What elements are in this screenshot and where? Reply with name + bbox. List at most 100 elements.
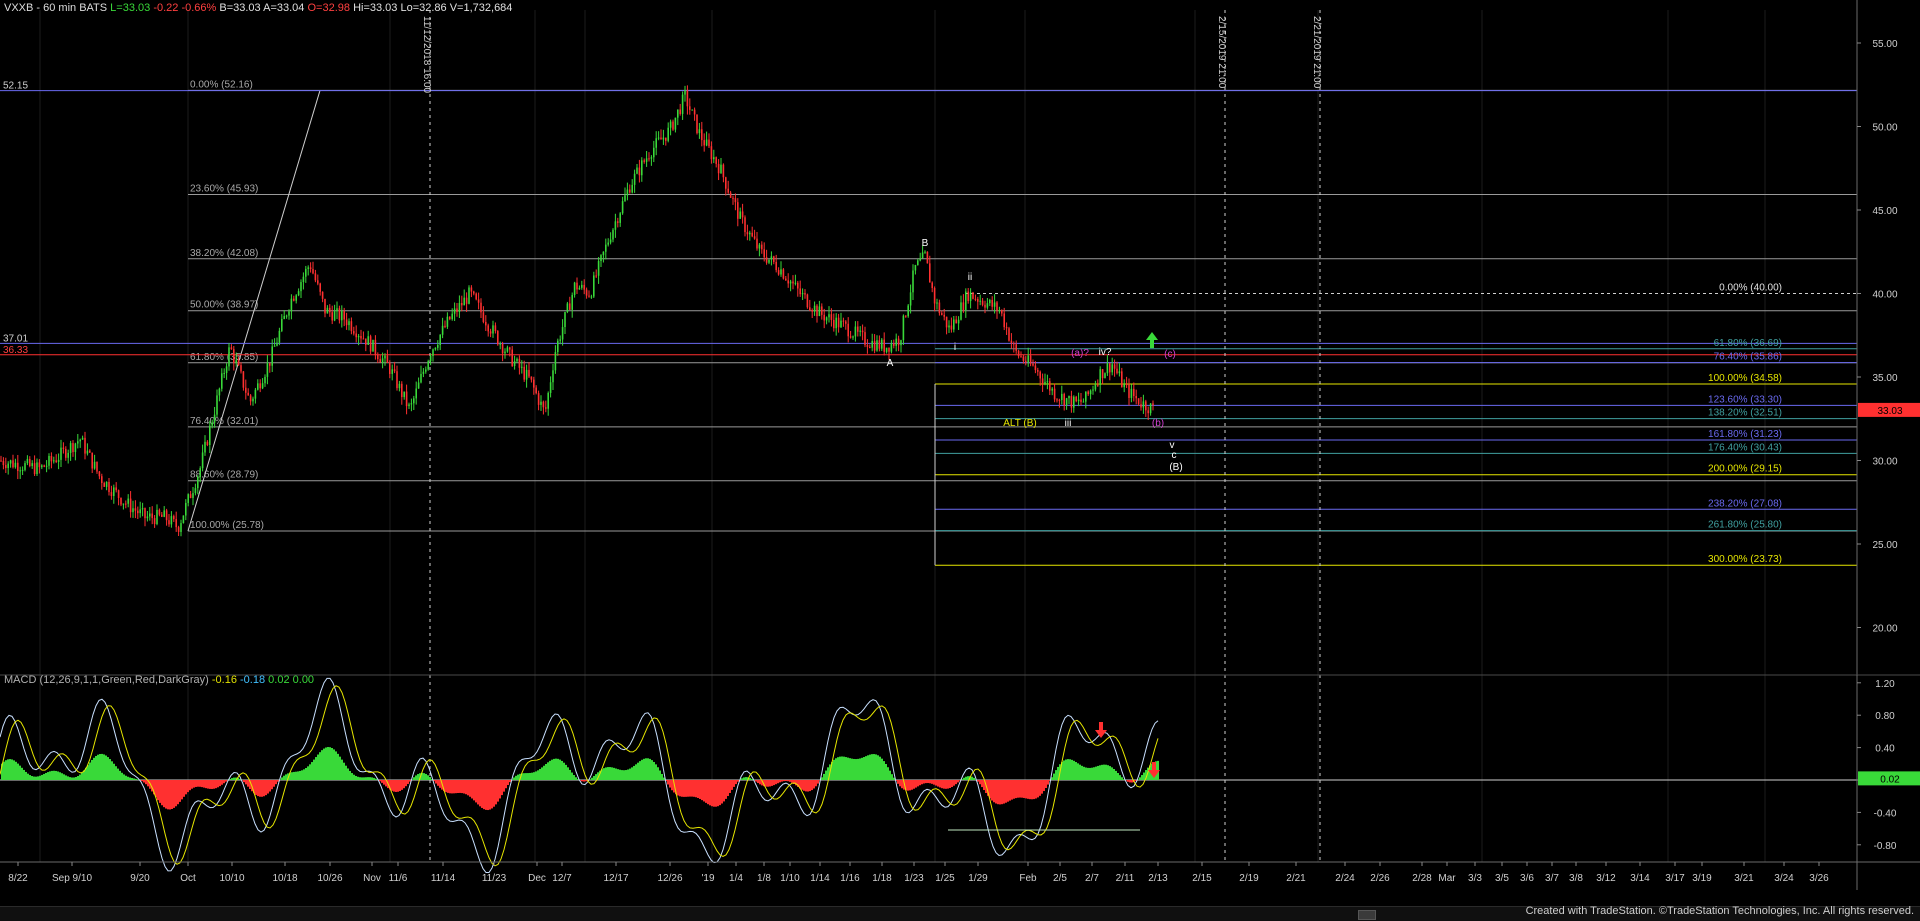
candle-body bbox=[1010, 340, 1013, 344]
candle-body bbox=[257, 383, 259, 390]
candle-body bbox=[125, 503, 127, 505]
bid-price: B=33.03 bbox=[219, 2, 261, 14]
candle-body bbox=[986, 303, 989, 308]
candle-body bbox=[33, 463, 36, 475]
candle-body bbox=[7, 463, 9, 469]
candle-body bbox=[876, 340, 878, 351]
candle-body bbox=[211, 422, 213, 426]
candle-body bbox=[749, 232, 751, 235]
candle-body bbox=[1092, 389, 1094, 391]
candle-body bbox=[50, 455, 53, 462]
candle-body bbox=[57, 459, 60, 462]
candle-body bbox=[1020, 356, 1022, 358]
candle-body bbox=[530, 376, 533, 380]
candle-body bbox=[1032, 363, 1034, 366]
candle-body bbox=[386, 355, 389, 363]
candle-body bbox=[525, 369, 528, 380]
candle-body bbox=[372, 339, 374, 352]
candle-body bbox=[773, 256, 775, 262]
candle-body bbox=[583, 284, 585, 290]
candle-body bbox=[569, 303, 571, 310]
candle-body bbox=[588, 295, 590, 297]
candle-body bbox=[321, 291, 324, 299]
candle-body bbox=[24, 463, 26, 470]
time-tick-label: 3/21 bbox=[1734, 873, 1754, 884]
ask-price: A=33.04 bbox=[263, 2, 305, 14]
candle-body bbox=[475, 293, 477, 300]
candle-body bbox=[585, 289, 588, 296]
candle-body bbox=[177, 527, 180, 532]
candle-body bbox=[607, 242, 609, 245]
candle-body bbox=[561, 327, 564, 340]
candle-body bbox=[233, 349, 235, 363]
candle-body bbox=[1022, 356, 1025, 361]
fib-level-label: 100.00% (25.78) bbox=[190, 520, 264, 531]
candle-body bbox=[295, 295, 297, 301]
candle-body bbox=[974, 298, 977, 300]
candle-body bbox=[458, 302, 461, 312]
candle-body bbox=[43, 465, 45, 467]
candle-body bbox=[365, 338, 367, 345]
candle-body bbox=[329, 307, 331, 313]
candle-body bbox=[917, 260, 919, 266]
candle-body bbox=[1027, 355, 1029, 363]
candle-body bbox=[1106, 363, 1109, 374]
candle-body bbox=[972, 292, 974, 299]
candle-body bbox=[261, 383, 264, 389]
candle-body bbox=[110, 492, 113, 497]
scrollbar-thumb[interactable] bbox=[1358, 910, 1376, 920]
price-axis[interactable]: 20.00 25.00 30.00 35.00 40.00 45.00 50.00 55.00… bbox=[1856, 0, 1920, 905]
candle-body bbox=[713, 157, 715, 160]
candle-body bbox=[84, 437, 86, 454]
fib-extension-label: 300.00% (23.73) bbox=[1708, 554, 1782, 565]
candle-body bbox=[989, 299, 991, 304]
candle-body bbox=[1034, 365, 1037, 371]
candle-body bbox=[852, 336, 854, 338]
candle-body bbox=[1008, 328, 1010, 341]
candle-body bbox=[309, 267, 312, 269]
candle-body bbox=[439, 334, 441, 346]
candle-body bbox=[302, 276, 305, 283]
candle-body bbox=[1149, 403, 1152, 414]
candle-body bbox=[65, 448, 67, 458]
time-tick-label: 3/17 bbox=[1665, 873, 1685, 884]
candle-body bbox=[926, 251, 929, 264]
candle-body bbox=[180, 523, 182, 532]
candle-body bbox=[482, 312, 485, 322]
macd-tick-label: 0.40 bbox=[1875, 744, 1895, 755]
candle-body bbox=[763, 249, 765, 258]
candle-body bbox=[717, 163, 720, 174]
candle-body bbox=[811, 310, 813, 312]
candle-body bbox=[693, 109, 696, 115]
candle-body bbox=[797, 282, 799, 289]
candle-body bbox=[492, 325, 494, 334]
candle-body bbox=[686, 90, 689, 107]
macd-tick-label: -0.40 bbox=[1874, 808, 1897, 819]
candle-body bbox=[513, 361, 516, 367]
price-change: -0.22 bbox=[153, 2, 179, 14]
candle-body bbox=[403, 391, 405, 398]
candle-body bbox=[271, 346, 273, 366]
candle-body bbox=[26, 458, 29, 464]
fib-extension-label: 161.80% (31.23) bbox=[1708, 429, 1782, 440]
level-line-label: 37.01 bbox=[3, 333, 28, 344]
macd-signal-line bbox=[0, 685, 1159, 867]
candle-body bbox=[523, 366, 525, 380]
candle-body bbox=[1121, 371, 1123, 388]
candle-body bbox=[141, 508, 144, 510]
candle-body bbox=[60, 447, 62, 460]
candle-body bbox=[633, 173, 636, 185]
candle-body bbox=[1037, 370, 1039, 372]
candle-body bbox=[636, 167, 638, 174]
candle-body bbox=[907, 305, 909, 317]
candle-body bbox=[681, 94, 684, 114]
candle-body bbox=[1001, 310, 1003, 314]
candle-body bbox=[782, 269, 785, 279]
time-axis[interactable]: 8/22 Sep 9/10 9/20 Oct 10/10 10/18 10/26 Nov 11/… bbox=[0, 861, 1920, 884]
candle-body bbox=[350, 321, 353, 332]
candle-body bbox=[823, 314, 825, 321]
candle-body bbox=[336, 308, 338, 312]
candle-body bbox=[41, 465, 43, 468]
candle-body bbox=[153, 518, 156, 525]
candle-body bbox=[408, 404, 410, 407]
